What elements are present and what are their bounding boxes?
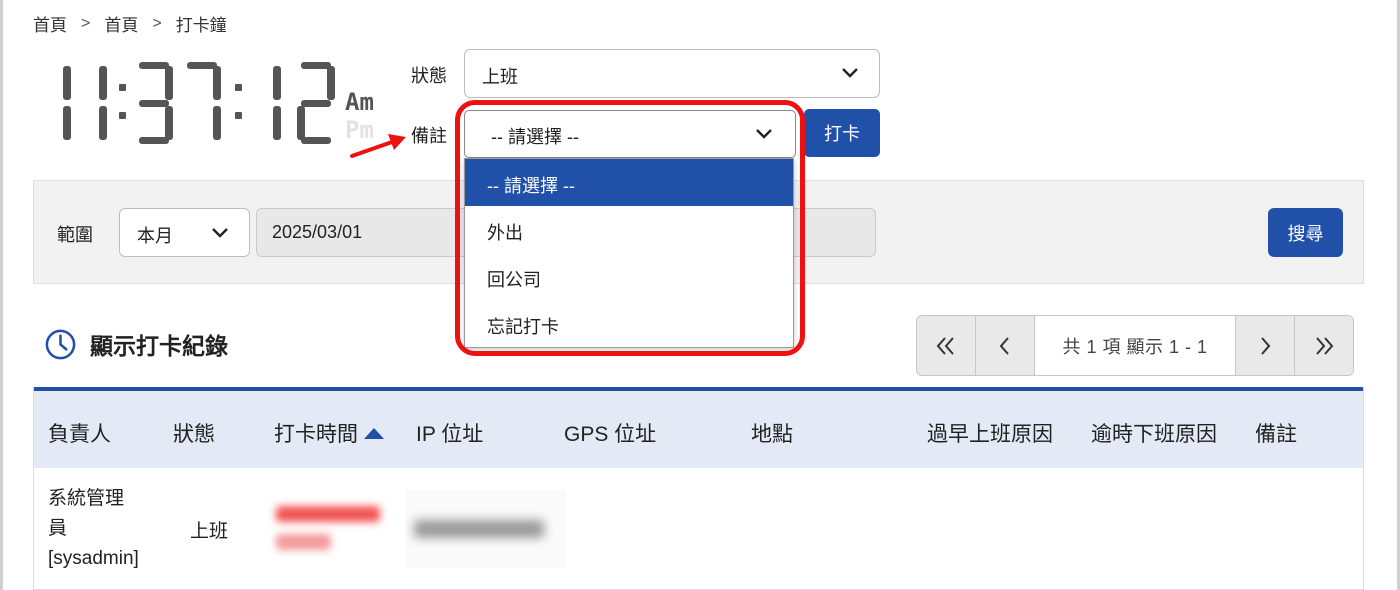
chevron-down-icon [842, 68, 858, 78]
cell-ip-redacted [406, 490, 566, 568]
col-late-reason: 逾時下班原因 [1091, 423, 1217, 446]
col-status: 狀態 [173, 423, 215, 446]
chevron-down-icon [212, 228, 228, 238]
note-option-return[interactable]: 回公司 [465, 253, 793, 300]
pagination: 共 1 項 顯示 1 - 1 [916, 315, 1354, 376]
page-border-left [0, 0, 3, 590]
clock-icon [45, 329, 76, 359]
note-label: 備註 [411, 126, 447, 146]
col-gps: GPS 位址 [564, 423, 657, 446]
note-select[interactable]: -- 請選擇 -- [464, 110, 796, 158]
last-page-icon [1316, 336, 1334, 355]
table-row: 系統管理 員 [sysadmin] 上班 [34, 468, 1363, 590]
breadcrumb-separator: > [152, 14, 162, 32]
prev-page-button[interactable] [976, 316, 1035, 375]
first-page-icon [936, 336, 954, 355]
col-owner: 負責人 [48, 423, 111, 446]
clock-display: Am Pm [63, 62, 374, 144]
breadcrumb: 首頁 > 首頁 > 打卡鐘 [33, 11, 227, 36]
note-option-forgot[interactable]: 忘記打卡 [465, 300, 793, 347]
status-label: 狀態 [411, 66, 447, 86]
prev-page-icon [999, 336, 1009, 355]
search-button[interactable]: 搜尋 [1268, 208, 1343, 257]
note-select-value: -- 請選擇 -- [491, 127, 579, 147]
owner-line: 員 [48, 518, 68, 539]
col-note: 備註 [1255, 423, 1297, 446]
cell-punch-time-redacted [272, 500, 387, 560]
note-option-out[interactable]: 外出 [465, 206, 793, 253]
pager-info: 共 1 項 顯示 1 - 1 [1062, 336, 1208, 357]
breadcrumb-current: 打卡鐘 [175, 16, 227, 35]
punch-button[interactable]: 打卡 [804, 109, 880, 157]
cell-status: 上班 [190, 521, 229, 542]
redacted-block [414, 520, 544, 538]
note-dropdown-list: -- 請選擇 -- 外出 回公司 忘記打卡 [464, 158, 794, 348]
col-ip: IP 位址 [416, 423, 484, 446]
col-location: 地點 [751, 423, 793, 446]
records-table: 負責人 狀態 打卡時間 IP 位址 GPS 位址 地點 過早上班原因 逾時下班原… [33, 387, 1364, 590]
sort-ascending-icon [364, 428, 384, 439]
note-option-placeholder[interactable]: -- 請選擇 -- [465, 159, 793, 206]
owner-line: [sysadmin] [48, 548, 139, 569]
records-title: 顯示打卡紀錄 [44, 327, 228, 361]
cell-owner: 系統管理 員 [sysadmin] [48, 484, 158, 574]
next-page-icon [1261, 336, 1271, 355]
records-title-text: 顯示打卡紀錄 [90, 333, 228, 359]
table-header: 負責人 狀態 打卡時間 IP 位址 GPS 位址 地點 過早上班原因 逾時下班原… [34, 391, 1363, 468]
range-select[interactable]: 本月 [119, 208, 250, 257]
red-arrow-annotation [350, 134, 406, 158]
breadcrumb-separator: > [81, 14, 91, 32]
last-page-button[interactable] [1294, 316, 1353, 375]
redacted-block [276, 534, 331, 550]
owner-line: 系統管理 [48, 488, 125, 509]
range-label: 範圍 [57, 225, 93, 245]
next-page-button[interactable] [1235, 316, 1294, 375]
first-page-button[interactable] [917, 316, 976, 375]
range-select-value: 本月 [137, 226, 173, 246]
col-punch-time[interactable]: 打卡時間 [274, 418, 384, 448]
redacted-block [276, 506, 380, 522]
col-punch-time-label: 打卡時間 [274, 423, 358, 446]
status-select[interactable]: 上班 [464, 49, 880, 98]
col-early-reason: 過早上班原因 [927, 423, 1053, 446]
breadcrumb-home-1[interactable]: 首頁 [33, 11, 67, 36]
status-select-value: 上班 [482, 67, 518, 87]
digital-clock: Am Pm [55, 60, 395, 150]
svg-text:Am: Am [345, 88, 374, 116]
chevron-down-icon [756, 129, 772, 139]
breadcrumb-home-2[interactable]: 首頁 [104, 11, 138, 36]
